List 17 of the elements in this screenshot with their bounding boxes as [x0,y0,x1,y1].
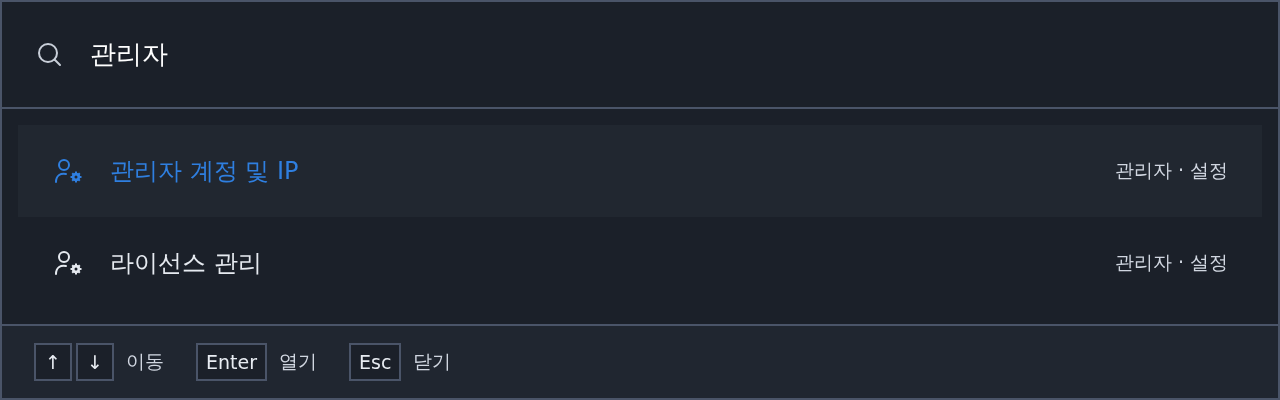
result-path: 관리자 · 설정 [1114,158,1228,183]
key-cap: ↑ [34,343,72,381]
user-gear-icon [52,249,84,277]
user-gear-icon [52,157,84,185]
result-item[interactable]: 라이선스 관리 관리자 · 설정 [18,217,1262,309]
search-icon [36,40,64,69]
hint-label: 닫기 [413,349,452,374]
result-item[interactable]: 관리자 계정 및 IP 관리자 · 설정 [18,125,1262,217]
hint-label: 열기 [279,349,317,374]
key-cap: Enter [196,343,267,381]
search-field[interactable]: 관리자 [90,39,990,70]
hint-label: 이동 [126,349,164,374]
result-label: 관리자 계정 및 IP [110,156,300,187]
result-label: 라이선스 관리 [110,248,263,279]
result-path: 관리자 · 설정 [1114,250,1228,275]
key-cap: Esc [349,343,402,381]
key-cap: ↓ [76,343,114,381]
